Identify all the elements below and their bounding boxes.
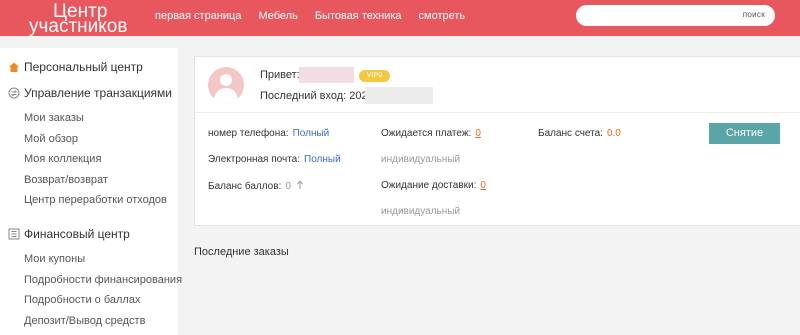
sidebar-item-my-review[interactable]: Мой обзор xyxy=(24,133,78,145)
points-field: Баланс баллов: 0 xyxy=(208,180,304,192)
sidebar-item-points-details[interactable]: Подробности о баллах xyxy=(24,294,140,306)
account-panel: Привет: VIP0 Последний вход: 2026 номер … xyxy=(194,56,800,226)
avatar-body xyxy=(214,88,238,103)
points-value: 0 xyxy=(285,181,291,192)
phone-label: номер телефона: xyxy=(208,128,289,139)
pending-delivery-field: Ожидание доставки: 0 xyxy=(381,180,486,191)
username-redacted xyxy=(299,67,354,83)
avatar[interactable] xyxy=(208,67,244,103)
balance-value: 0.0 xyxy=(606,128,621,139)
search-input[interactable] xyxy=(586,8,726,23)
balance-field: Баланс счета: 0.0 xyxy=(538,128,621,139)
arrow-up-icon xyxy=(296,180,303,189)
sidebar-item-returns[interactable]: Возврат/возврат xyxy=(24,174,108,186)
points-label: Баланс баллов: xyxy=(208,181,282,192)
pending-payment-value[interactable]: 0 xyxy=(475,128,481,139)
sidebar-item-recycling[interactable]: Центр переработки отходов xyxy=(24,194,167,206)
search-box: поиск xyxy=(576,5,775,26)
sidebar-section-title: Персональный центр xyxy=(24,60,143,74)
sidebar-section-finance[interactable]: Финансовый центр xyxy=(8,227,130,241)
pending-payment-label: Ожидается платеж: xyxy=(381,128,472,139)
transactions-icon xyxy=(8,87,20,99)
last-login-redacted xyxy=(365,87,433,104)
top-header: Центр участников первая страница Мебель … xyxy=(0,0,800,36)
email-field: Электронная почта: Полный xyxy=(208,154,341,165)
sidebar: Персональный центр Управление транзакция… xyxy=(0,48,182,335)
main-nav: первая страница Мебель Бытовая техника с… xyxy=(155,10,482,22)
logo-line2: участников xyxy=(29,16,128,37)
finance-icon xyxy=(8,228,20,240)
nav-appliances[interactable]: Бытовая техника xyxy=(315,10,402,22)
vip-badge: VIP0 xyxy=(359,70,390,82)
balance-label: Баланс счета: xyxy=(538,128,603,139)
withdraw-button[interactable]: Снятие xyxy=(709,123,780,144)
phone-field: номер телефона: Полный xyxy=(208,128,329,139)
logo[interactable]: Центр участников xyxy=(29,2,139,37)
last-login-label: Последний вход: xyxy=(260,90,347,102)
email-label: Электронная почта: xyxy=(208,154,301,165)
sidebar-item-my-collection[interactable]: Моя коллекция xyxy=(24,153,101,165)
nav-furniture[interactable]: Мебель xyxy=(258,10,297,22)
avatar-head xyxy=(220,74,232,86)
nav-home[interactable]: первая страница xyxy=(155,10,241,22)
last-login: Последний вход: 2026 xyxy=(260,90,374,102)
home-icon xyxy=(9,62,19,72)
greeting-label: Привет: xyxy=(260,69,300,81)
sidebar-item-coupons[interactable]: Мои купоны xyxy=(24,253,85,265)
pending-payment-field: Ожидается платеж: 0 xyxy=(381,128,481,139)
email-value[interactable]: Полный xyxy=(304,154,341,165)
pending-payment-sub: индивидуальный xyxy=(381,154,461,165)
pending-delivery-value[interactable]: 0 xyxy=(480,180,486,191)
pending-delivery-label: Ожидание доставки: xyxy=(381,180,477,191)
sidebar-item-financing-details[interactable]: Подробности финансирования xyxy=(24,274,182,286)
recent-orders-title: Последние заказы xyxy=(194,246,289,258)
sidebar-section-title: Управление транзакциями xyxy=(24,86,172,100)
sidebar-section-personal[interactable]: Персональный центр xyxy=(8,60,143,74)
sidebar-section-title: Финансовый центр xyxy=(24,227,130,241)
nav-watch[interactable]: смотреть xyxy=(419,10,466,22)
sidebar-item-deposit-withdraw[interactable]: Депозит/Вывод средств xyxy=(24,315,145,327)
sidebar-section-transactions[interactable]: Управление транзакциями xyxy=(8,86,172,100)
pending-delivery-sub: индивидуальный xyxy=(381,206,461,217)
profile-block: Привет: VIP0 Последний вход: 2026 xyxy=(195,57,800,113)
search-button[interactable]: поиск xyxy=(743,10,765,19)
sidebar-item-my-orders[interactable]: Мои заказы xyxy=(24,112,84,124)
phone-value[interactable]: Полный xyxy=(293,128,330,139)
